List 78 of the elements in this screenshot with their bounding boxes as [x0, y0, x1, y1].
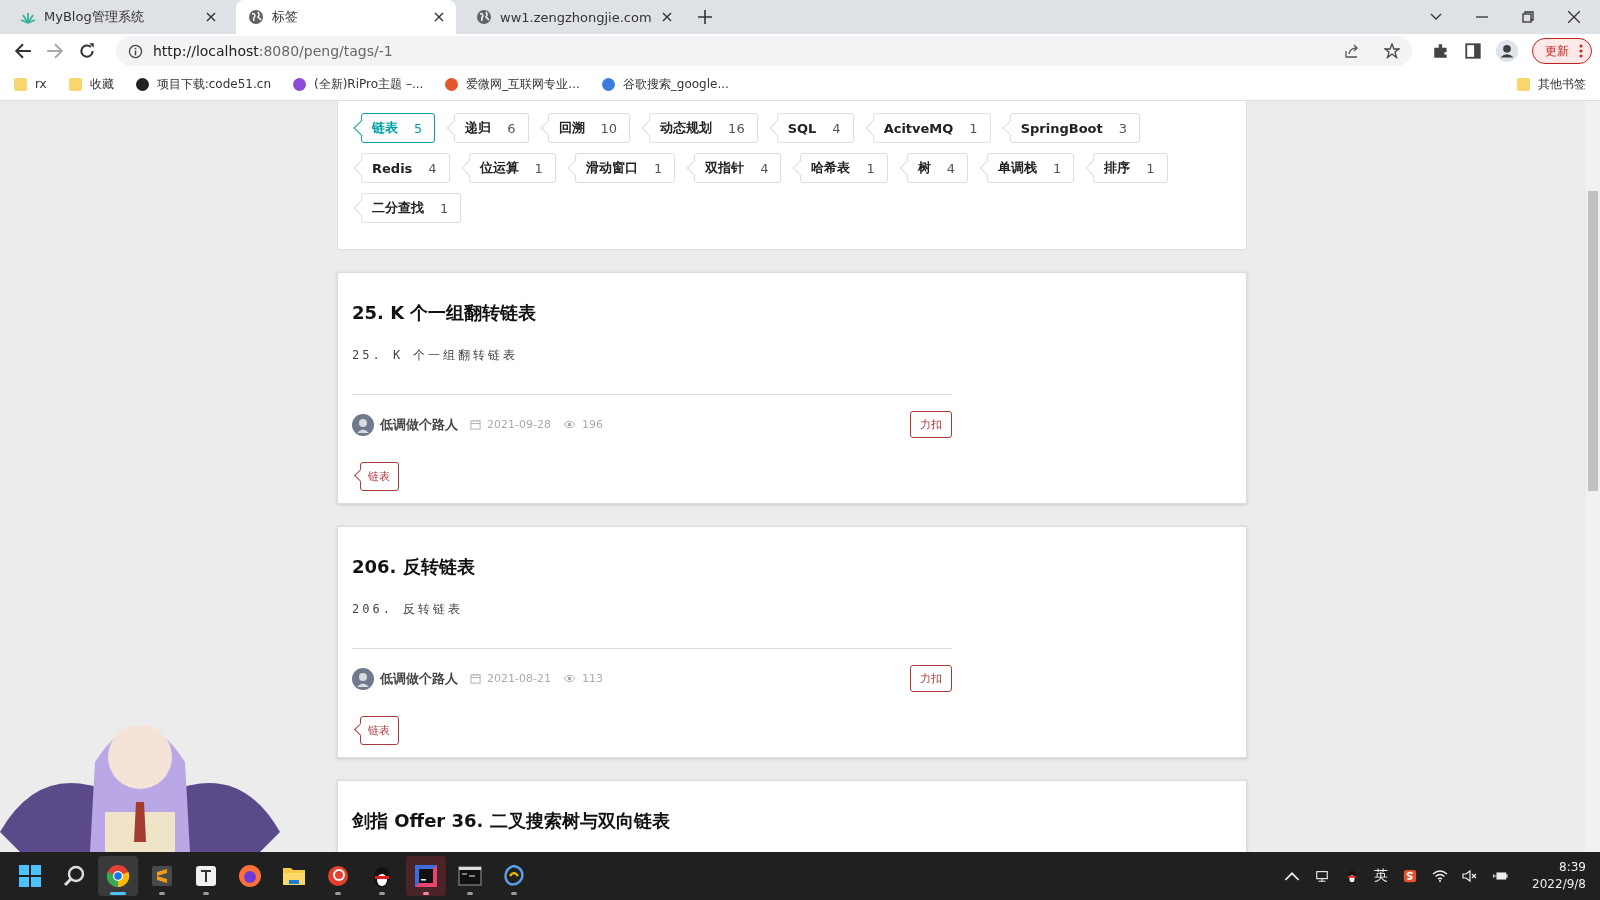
tab-title: MyBlog管理系统: [44, 8, 145, 26]
bookmark-item[interactable]: 谷歌搜索_google...: [601, 75, 729, 93]
reload-icon[interactable]: [78, 42, 96, 60]
avatar: [352, 667, 374, 690]
share-icon[interactable]: [1344, 43, 1360, 59]
wifi-icon[interactable]: [1432, 869, 1449, 883]
eye-icon: [562, 419, 576, 430]
bookmark-icon: [68, 77, 82, 91]
close-icon[interactable]: [1568, 11, 1580, 23]
editor-icon: [150, 864, 174, 888]
close-icon[interactable]: [206, 12, 216, 22]
tab-title: 标签: [272, 8, 299, 26]
update-button[interactable]: 更新: [1532, 38, 1592, 64]
input-method[interactable]: 英: [1374, 867, 1389, 885]
bookmark-item[interactable]: 收藏: [68, 75, 114, 93]
view-count: 113: [581, 672, 603, 685]
puzzle-icon[interactable]: [1432, 42, 1450, 60]
info-icon: [128, 43, 143, 59]
bookmark-icon: [1517, 77, 1530, 91]
sogou-icon[interactable]: [1402, 869, 1419, 883]
battery-icon[interactable]: [1492, 869, 1509, 883]
bookmark-item[interactable]: (全新)RiPro主题 –...: [293, 75, 424, 93]
star-icon[interactable]: [1384, 43, 1400, 59]
eye-icon: [562, 673, 576, 684]
browser-tab[interactable]: ww1.zengzhongjie.com: [464, 0, 684, 34]
browser-tab[interactable]: 标签: [236, 0, 456, 34]
muted-speaker-icon[interactable]: [1462, 869, 1479, 883]
bookmark-item[interactable]: 项目下载:code51.cn: [135, 75, 271, 93]
bookmark-icon: [135, 77, 149, 91]
firefox-icon: [238, 864, 262, 888]
url-text: http://localhost:8080/peng/tags/-1: [153, 43, 394, 59]
article-excerpt: 206. 反转链表: [352, 601, 952, 649]
close-icon[interactable]: [662, 12, 672, 22]
ide-icon: [414, 864, 438, 888]
chrome-icon: [106, 864, 130, 888]
article-title[interactable]: 剑指 Offer 36. 二叉搜索树与双向链表: [352, 809, 1230, 833]
bookmark-icon: [601, 77, 615, 91]
side-panel-icon[interactable]: [1464, 42, 1482, 60]
author-name[interactable]: 低调做个路人: [380, 415, 458, 434]
close-icon[interactable]: [434, 12, 444, 22]
post-date: 2021-08-21: [487, 672, 551, 685]
bookmark-item[interactable]: 其他书签: [1517, 75, 1586, 93]
bookmark-icon: [293, 77, 306, 91]
scrollbar[interactable]: [1586, 101, 1600, 852]
terminal-icon: [458, 864, 482, 888]
article-title[interactable]: 206. 反转链表: [352, 555, 1230, 579]
back-icon[interactable]: [14, 42, 32, 60]
swirl-icon: [326, 864, 350, 888]
view-count: 196: [581, 418, 603, 431]
more-icon: [1579, 44, 1583, 58]
tab-title: ww1.zengzhongjie.com: [500, 9, 653, 25]
globe-icon: [476, 9, 492, 25]
avatar: [352, 413, 374, 436]
bookmark-icon: [14, 77, 27, 91]
navicat-icon: [502, 864, 526, 888]
clock[interactable]: 8:39 2022/9/8: [1532, 859, 1586, 893]
document-icon: [194, 864, 218, 888]
bookmark-item[interactable]: 爱微网_互联网专业...: [445, 75, 580, 93]
bookmark-icon: [445, 77, 459, 91]
bookmark-item[interactable]: rx: [14, 77, 47, 91]
author-name[interactable]: 低调做个路人: [380, 669, 458, 688]
globe-icon: [248, 9, 264, 25]
category-label[interactable]: 力扣: [910, 665, 952, 692]
calendar-icon: [470, 419, 481, 430]
new-tab-icon[interactable]: [698, 10, 712, 24]
article-excerpt: 25. K 个一组翻转链表: [352, 347, 952, 395]
windows-icon: [18, 864, 42, 888]
network-icon[interactable]: [1314, 869, 1331, 883]
profile-icon[interactable]: [1496, 40, 1518, 62]
browser-tab[interactable]: MyBlog管理系统: [8, 0, 228, 34]
search-icon: [62, 864, 86, 888]
post-date: 2021-09-28: [487, 418, 551, 431]
calendar-icon: [470, 673, 481, 684]
article-title[interactable]: 25. K 个一组翻转链表: [352, 301, 1230, 325]
address-bar[interactable]: http://localhost:8080/peng/tags/-1: [116, 36, 1412, 66]
taskbar-app[interactable]: [98, 856, 138, 896]
category-label[interactable]: 力扣: [910, 411, 952, 438]
restore-icon[interactable]: [1522, 11, 1534, 23]
